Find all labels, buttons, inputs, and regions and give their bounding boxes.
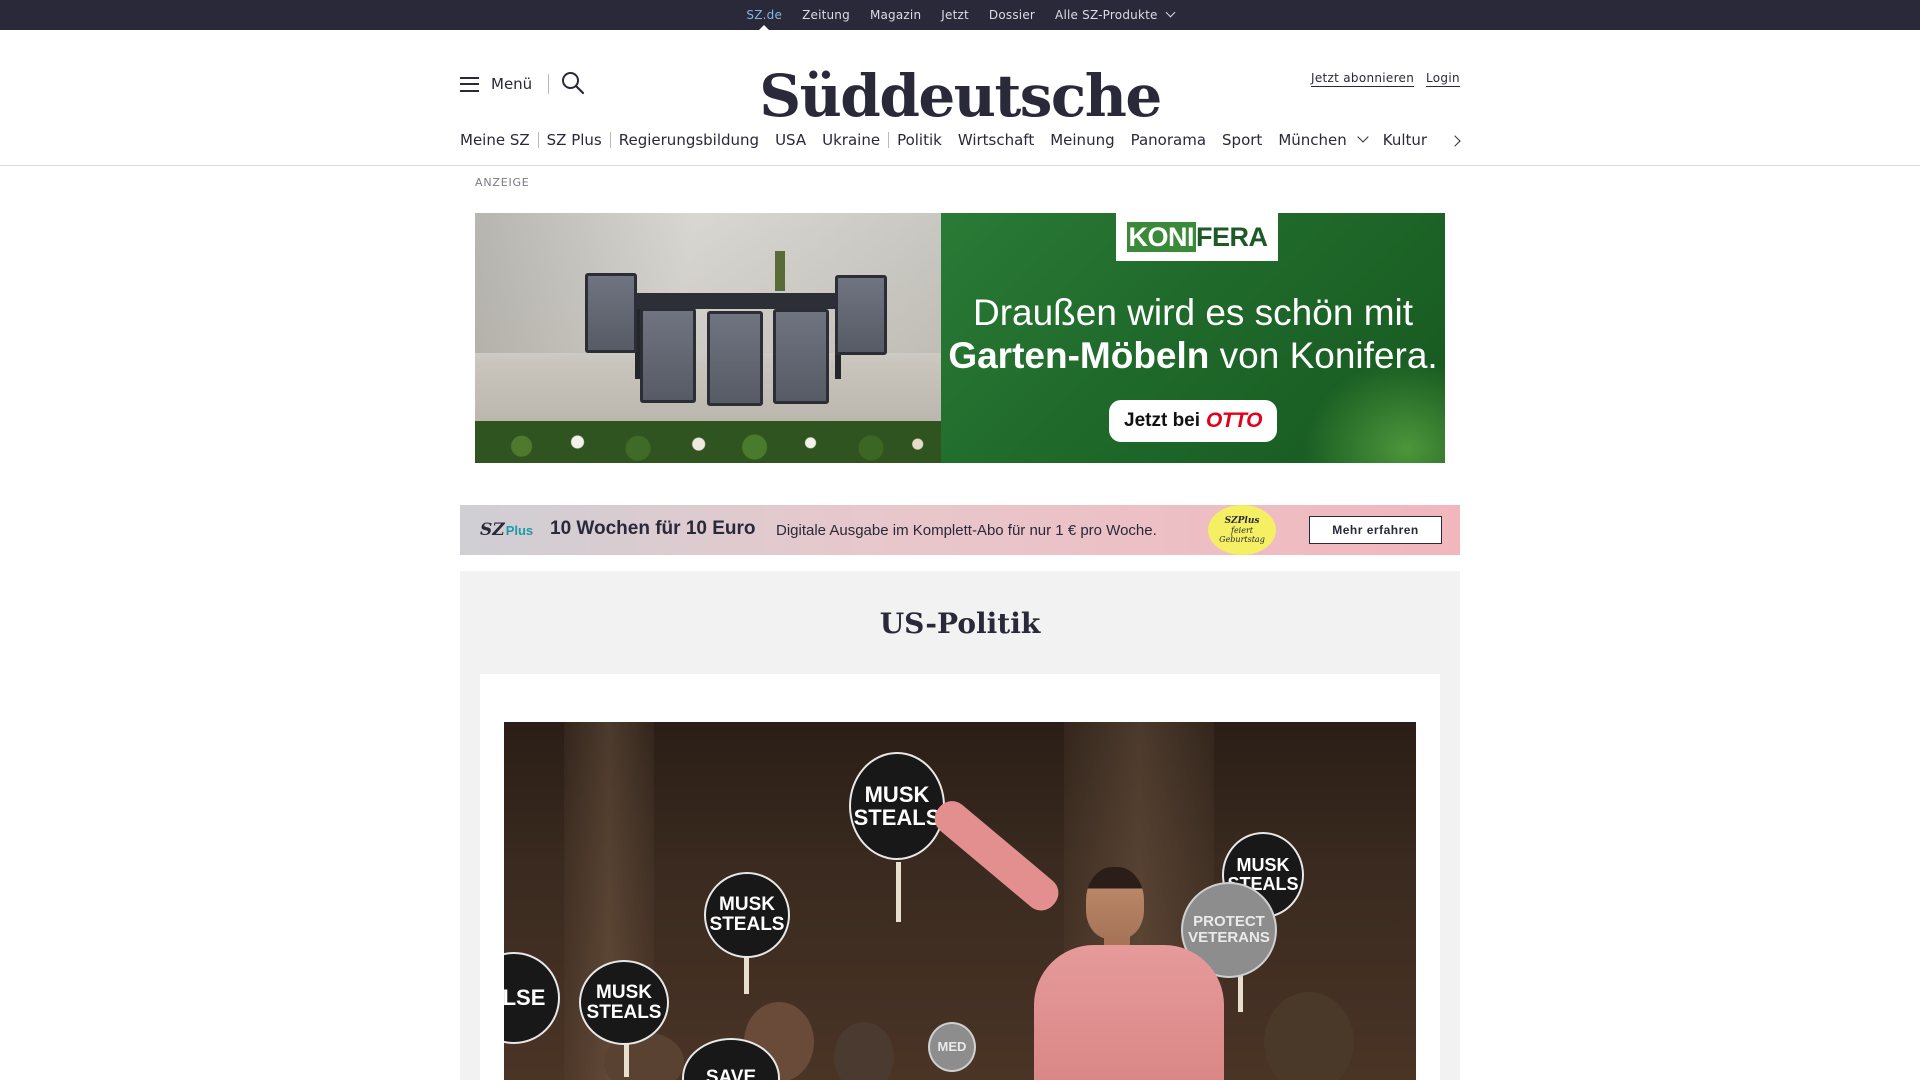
protest-sign: MUSK STEALS xyxy=(579,960,669,1045)
nav-scroll-right-button[interactable] xyxy=(1448,131,1468,151)
nav-item-wirtschaft[interactable]: Wirtschaft xyxy=(950,126,1042,154)
product-nav: SZ.de Zeitung Magazin Jetzt Dossier Alle… xyxy=(0,0,1920,31)
product-link-sz-de[interactable]: SZ.de xyxy=(746,0,782,31)
mehr-erfahren-button[interactable]: Mehr erfahren xyxy=(1309,516,1442,544)
subscribe-link[interactable]: Jetzt abonnieren xyxy=(1311,70,1415,87)
product-link-dossier[interactable]: Dossier xyxy=(989,0,1035,30)
nav-item-muenchen-label: München xyxy=(1278,131,1347,149)
ad-green-panel: KONIFERA Draußen wird es schön mit Garte… xyxy=(941,213,1445,463)
ad-banner[interactable]: KONIFERA Draußen wird es schön mit Garte… xyxy=(475,213,1445,463)
protest-sign: LSE xyxy=(504,952,560,1044)
chevron-right-icon xyxy=(1449,135,1461,147)
product-link-magazin[interactable]: Magazin xyxy=(870,0,921,30)
nav-item-regierungsbildung[interactable]: Regierungsbildung xyxy=(611,126,767,154)
otto-logo: OTTO xyxy=(1206,409,1262,432)
header-divider xyxy=(548,74,549,94)
nav-item-sport[interactable]: Sport xyxy=(1214,126,1270,154)
ad-cta-button[interactable]: Jetzt bei OTTO xyxy=(1109,400,1277,442)
all-products-label: Alle SZ-Produkte xyxy=(1055,8,1158,22)
us-politik-section: US-Politik MUSK STEALS MUSK STEALS MUSK STE… xyxy=(460,571,1460,1080)
protest-sign: MUSK STEALS xyxy=(704,872,790,958)
chevron-down-icon xyxy=(1357,131,1369,143)
nav-item-muenchen[interactable]: München xyxy=(1270,126,1374,154)
login-link[interactable]: Login xyxy=(1426,70,1460,87)
protest-sign: MUSK STEALS xyxy=(849,752,945,860)
congresswoman-figure xyxy=(928,794,1224,1080)
protest-sign: MED xyxy=(928,1022,976,1072)
menu-button[interactable]: Menü xyxy=(460,72,532,96)
menu-label: Menü xyxy=(491,75,533,93)
logo-link[interactable]: Süddeutsche Zeitung xyxy=(720,44,1200,118)
nav-item-usa[interactable]: USA xyxy=(767,126,814,154)
search-icon xyxy=(562,72,585,95)
search-button[interactable] xyxy=(560,70,586,96)
konifera-logo: KONIFERA xyxy=(1116,213,1278,261)
product-link-jetzt[interactable]: Jetzt xyxy=(941,0,969,30)
all-products-dropdown[interactable]: Alle SZ-Produkte xyxy=(1055,0,1176,30)
nav-item-meine-sz[interactable]: Meine SZ xyxy=(460,126,538,154)
nav-item-kultur[interactable]: Kultur xyxy=(1375,126,1435,154)
hamburger-icon xyxy=(460,76,479,92)
promo-title: 10 Wochen für 10 Euro xyxy=(550,518,756,539)
ad-cta-text: Jetzt bei xyxy=(1124,410,1201,431)
nav-item-sz-plus[interactable]: SZ Plus xyxy=(539,126,610,154)
nav-item-politik[interactable]: Politik xyxy=(889,126,950,154)
ad-garden-furniture-photo xyxy=(475,213,941,463)
main-navigation: Meine SZ SZ Plus Regierungsbildung USA U… xyxy=(460,126,1435,154)
ad-label: ANZEIGE xyxy=(475,176,530,189)
section-title[interactable]: US-Politik xyxy=(460,607,1460,640)
ad-headline: Draußen wird es schön mit Garten-Möbeln … xyxy=(948,292,1438,376)
site-logo: Süddeutsche Zeitung xyxy=(759,62,1162,118)
sz-plus-logo: SZPlus xyxy=(480,520,534,540)
teaser-image[interactable]: MUSK STEALS MUSK STEALS MUSK STEALS MUSK STE… xyxy=(504,722,1416,1080)
nav-item-meinung[interactable]: Meinung xyxy=(1042,126,1122,154)
teaser-card[interactable]: MUSK STEALS MUSK STEALS MUSK STEALS MUSK STE… xyxy=(480,674,1440,1080)
chevron-down-icon xyxy=(1165,7,1176,18)
nav-item-panorama[interactable]: Panorama xyxy=(1123,126,1214,154)
product-link-zeitung[interactable]: Zeitung xyxy=(802,0,850,30)
site-header: Menü Süddeutsche Zeitung Jetzt abonniere… xyxy=(0,30,1920,166)
promo-text: Digitale Ausgabe im Komplett-Abo für nur… xyxy=(776,522,1157,539)
top-bar: SZ.de Zeitung Magazin Jetzt Dossier Alle… xyxy=(0,0,1920,31)
birthday-badge: SZPlus feiert Geburtstag xyxy=(1208,505,1276,555)
nav-item-ukraine[interactable]: Ukraine xyxy=(814,126,888,154)
sz-plus-promo-bar[interactable]: SZPlus 10 Wochen für 10 Euro Digitale Au… xyxy=(460,505,1460,555)
